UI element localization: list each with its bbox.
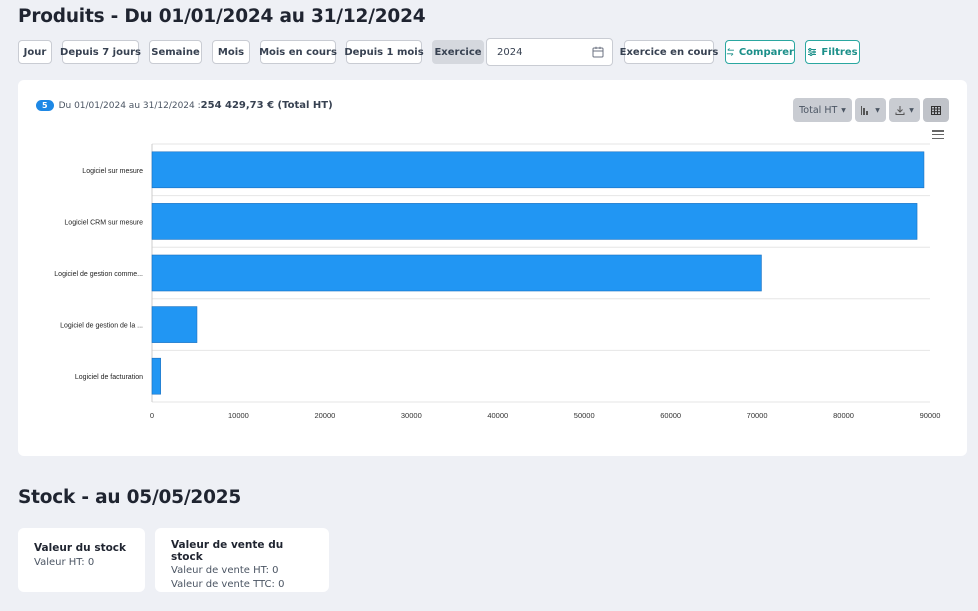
x-tick-label: 0 [150, 411, 154, 420]
x-tick-label: 40000 [487, 411, 508, 420]
period-7-days-button[interactable]: Depuis 7 jours [60, 40, 141, 64]
category-label: Logiciel CRM sur mesure [64, 219, 143, 226]
bar [151, 254, 762, 292]
year-input-value: 2024 [497, 46, 523, 58]
x-tick-label: 30000 [401, 411, 422, 420]
bar [151, 357, 161, 395]
stock-value-ht: Valeur HT: 0 [34, 557, 95, 568]
bar [151, 151, 925, 189]
chart-card: 5 Du 01/01/2024 au 31/12/2024 : 254 429,… [18, 80, 967, 456]
stock-value-title: Valeur du stock [34, 542, 127, 554]
x-tick-label: 50000 [574, 411, 595, 420]
period-toolbar: Jour Depuis 7 jours Semaine Mois Mois en… [18, 38, 978, 68]
bar-chart: Logiciel sur mesure Logiciel CRM sur mesu… [54, 143, 941, 420]
bar [151, 306, 198, 343]
category-label: Logiciel de facturation [75, 374, 143, 381]
bar [151, 203, 918, 240]
period-week-button[interactable]: Semaine [149, 40, 202, 64]
year-input[interactable]: 2024 [486, 38, 613, 66]
stock-value-card: Valeur du stock Valeur HT: 0 [18, 528, 145, 592]
compare-button[interactable]: Comparer [725, 40, 795, 64]
current-fiscal-year-button[interactable]: Exercice en cours [620, 40, 718, 64]
category-label: Logiciel de gestion comme... [54, 271, 143, 278]
page-title: Produits - Du 01/01/2024 au 31/12/2024 [18, 6, 426, 27]
sliders-icon [808, 48, 817, 56]
x-tick-label: 70000 [747, 411, 768, 420]
period-month-button[interactable]: Mois [212, 40, 250, 64]
compare-label: Comparer [738, 46, 794, 58]
swap-arrows-icon [726, 48, 734, 56]
calendar-icon[interactable] [592, 46, 604, 58]
x-tick-label: 20000 [314, 411, 335, 420]
stock-sale-value-card: Valeur de vente du stock Valeur de vente… [155, 528, 329, 592]
stock-title: Stock - au 05/05/2025 [18, 487, 242, 508]
filters-button[interactable]: Filtres [805, 40, 860, 64]
x-tick-label: 90000 [920, 411, 941, 420]
stock-sale-title: Valeur de vente du stock [171, 539, 284, 563]
period-fiscal-year-button[interactable]: Exercice [432, 40, 484, 64]
period-jour-button[interactable]: Jour [18, 40, 52, 64]
category-label: Logiciel sur mesure [82, 168, 143, 175]
x-tick-label: 80000 [833, 411, 854, 420]
x-tick-label: 10000 [228, 411, 249, 420]
category-label: Logiciel de gestion de la ... [60, 323, 143, 330]
stock-sale-ht: Valeur de vente HT: 0 [171, 565, 279, 576]
stock-sale-ttc: Valeur de vente TTC: 0 [171, 579, 285, 590]
period-current-month-button[interactable]: Mois en cours [259, 40, 337, 64]
filters-label: Filtres [821, 46, 858, 58]
period-1-month-button[interactable]: Depuis 1 mois [344, 40, 424, 64]
x-tick-label: 60000 [660, 411, 681, 420]
